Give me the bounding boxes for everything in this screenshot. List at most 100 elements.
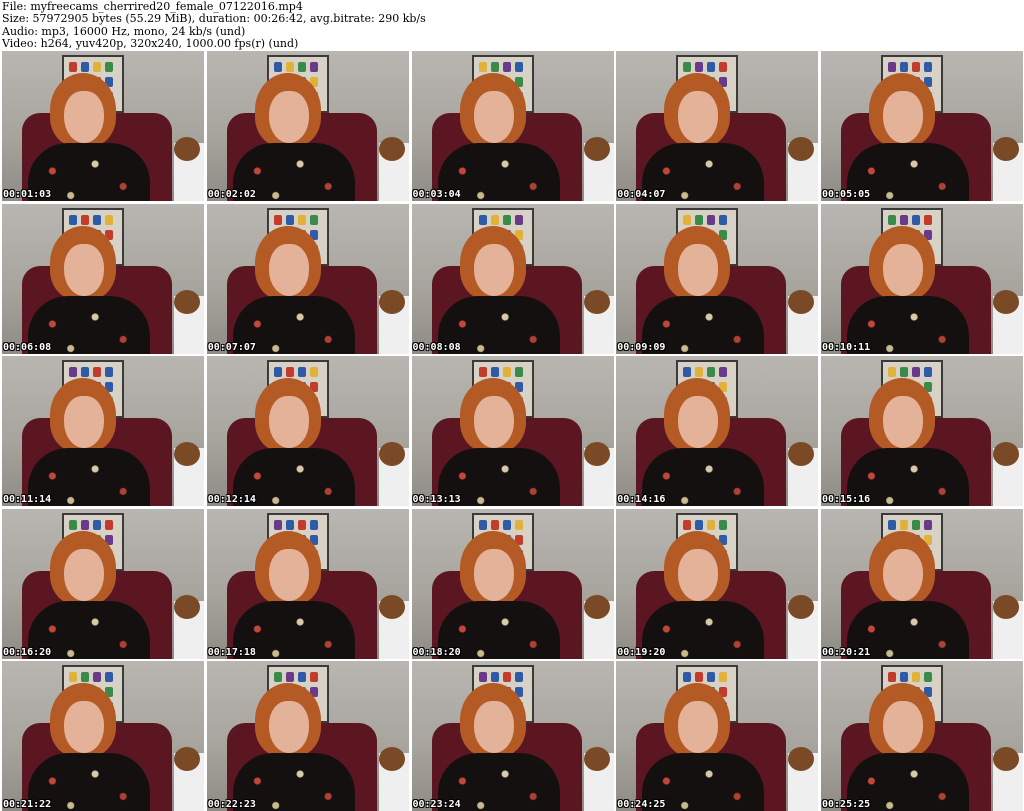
teddy-bear xyxy=(378,594,405,619)
person-face xyxy=(64,548,104,601)
video-thumbnail[interactable]: 00:09:09 xyxy=(616,203,819,354)
teddy-bear xyxy=(378,747,405,771)
video-thumbnail[interactable]: 00:25:25 xyxy=(821,661,1023,811)
teddy-bear xyxy=(993,289,1019,314)
teddy-bear xyxy=(583,594,610,619)
thumbnail-timestamp: 00:12:14 xyxy=(207,494,256,505)
teddy-bear xyxy=(583,137,610,161)
teddy-bear xyxy=(174,442,200,466)
teddy-bear xyxy=(583,289,610,314)
thumbnail-timestamp: 00:07:07 xyxy=(207,341,256,353)
thumbnail-timestamp: 00:13:13 xyxy=(412,494,461,505)
video-thumbnail[interactable]: 00:10:11 xyxy=(821,203,1023,354)
thumbnail-timestamp: 00:22:23 xyxy=(207,799,256,810)
video-thumbnail[interactable]: 00:02:02 xyxy=(206,51,409,201)
person-face xyxy=(64,243,104,296)
person-face xyxy=(64,91,104,143)
teddy-bear xyxy=(788,594,815,619)
video-thumbnail[interactable]: 00:01:03 xyxy=(2,51,204,201)
video-thumbnail[interactable]: 00:04:07 xyxy=(616,51,819,201)
video-thumbnail[interactable]: 00:16:20 xyxy=(2,508,204,659)
person-face xyxy=(473,243,514,296)
thumbnail-timestamp: 00:01:03 xyxy=(3,189,52,200)
person-face xyxy=(883,701,923,753)
teddy-bear xyxy=(174,747,200,771)
thumbnail-timestamp: 00:16:20 xyxy=(3,646,52,658)
video-thumbnail[interactable]: 00:03:04 xyxy=(411,51,614,201)
person-face xyxy=(678,243,719,296)
teddy-bear xyxy=(993,137,1019,161)
thumbnail-timestamp: 00:19:20 xyxy=(617,646,666,658)
person-face xyxy=(678,396,719,448)
video-thumbnail[interactable]: 00:19:20 xyxy=(616,508,819,659)
video-thumbnail[interactable]: 00:12:14 xyxy=(206,356,409,506)
person-face xyxy=(678,701,719,753)
person-face xyxy=(883,548,923,601)
person-face xyxy=(473,91,514,143)
thumbnail-timestamp: 00:08:08 xyxy=(412,341,461,353)
thumbnail-timestamp: 00:14:16 xyxy=(617,494,666,505)
video-thumbnail[interactable]: 00:11:14 xyxy=(2,356,204,506)
person-face xyxy=(268,243,309,296)
person-face xyxy=(268,548,309,601)
teddy-bear xyxy=(378,137,405,161)
thumbnail-timestamp: 00:05:05 xyxy=(822,189,871,200)
teddy-bear xyxy=(378,442,405,466)
person-face xyxy=(64,396,104,448)
person-face xyxy=(268,91,309,143)
video-thumbnail[interactable]: 00:13:13 xyxy=(411,356,614,506)
teddy-bear xyxy=(174,137,200,161)
video-thumbnail[interactable]: 00:18:20 xyxy=(411,508,614,659)
thumbnail-timestamp: 00:24:25 xyxy=(617,799,666,810)
person-face xyxy=(268,701,309,753)
thumbnail-timestamp: 00:17:18 xyxy=(207,646,256,658)
teddy-bear xyxy=(174,594,200,619)
video-thumbnail[interactable]: 00:15:16 xyxy=(821,356,1023,506)
thumbnail-timestamp: 00:10:11 xyxy=(822,341,871,353)
person-face xyxy=(268,396,309,448)
thumbnail-timestamp: 00:11:14 xyxy=(3,494,52,505)
thumbnail-timestamp: 00:03:04 xyxy=(412,189,461,200)
thumbnail-timestamp: 00:02:02 xyxy=(207,189,256,200)
person-face xyxy=(883,243,923,296)
teddy-bear xyxy=(583,747,610,771)
video-thumbnail[interactable]: 00:14:16 xyxy=(616,356,819,506)
thumbnail-timestamp: 00:21:22 xyxy=(3,799,52,810)
thumbnail-timestamp: 00:23:24 xyxy=(412,799,461,810)
teddy-bear xyxy=(993,442,1019,466)
thumbnail-timestamp: 00:20:21 xyxy=(822,646,871,658)
person-face xyxy=(473,701,514,753)
teddy-bear xyxy=(788,289,815,314)
video-thumbnail[interactable]: 00:05:05 xyxy=(821,51,1023,201)
video-thumbnail[interactable]: 00:17:18 xyxy=(206,508,409,659)
thumbnail-timestamp: 00:15:16 xyxy=(822,494,871,505)
video-thumbnail[interactable]: 00:07:07 xyxy=(206,203,409,354)
teddy-bear xyxy=(378,289,405,314)
teddy-bear xyxy=(174,289,200,314)
file-info-header: File: myfreecams_cherrired20_female_0712… xyxy=(0,0,1024,51)
person-face xyxy=(473,548,514,601)
person-face xyxy=(678,548,719,601)
video-thumbnail[interactable]: 00:24:25 xyxy=(616,661,819,811)
video-info-line: Video: h264, yuv420p, 320x240, 1000.00 f… xyxy=(2,36,299,50)
teddy-bear xyxy=(993,747,1019,771)
person-face xyxy=(678,91,719,143)
thumbnail-timestamp: 00:06:08 xyxy=(3,341,52,353)
person-face xyxy=(473,396,514,448)
video-thumbnail[interactable]: 00:20:21 xyxy=(821,508,1023,659)
teddy-bear xyxy=(993,594,1019,619)
thumbnail-timestamp: 00:25:25 xyxy=(822,799,871,810)
video-thumbnail[interactable]: 00:22:23 xyxy=(206,661,409,811)
thumbnail-timestamp: 00:18:20 xyxy=(412,646,461,658)
video-thumbnail[interactable]: 00:23:24 xyxy=(411,661,614,811)
person-face xyxy=(64,701,104,753)
video-thumbnail[interactable]: 00:08:08 xyxy=(411,203,614,354)
thumbnail-grid: 00:01:03 00:02:02 00:03:04 00:04:07 00:05:05… xyxy=(2,51,1023,811)
video-thumbnail[interactable]: 00:21:22 xyxy=(2,661,204,811)
person-face xyxy=(883,91,923,143)
teddy-bear xyxy=(583,442,610,466)
thumbnail-timestamp: 00:04:07 xyxy=(617,189,666,200)
thumbnail-timestamp: 00:09:09 xyxy=(617,341,666,353)
video-thumbnail[interactable]: 00:06:08 xyxy=(2,203,204,354)
person-face xyxy=(883,396,923,448)
